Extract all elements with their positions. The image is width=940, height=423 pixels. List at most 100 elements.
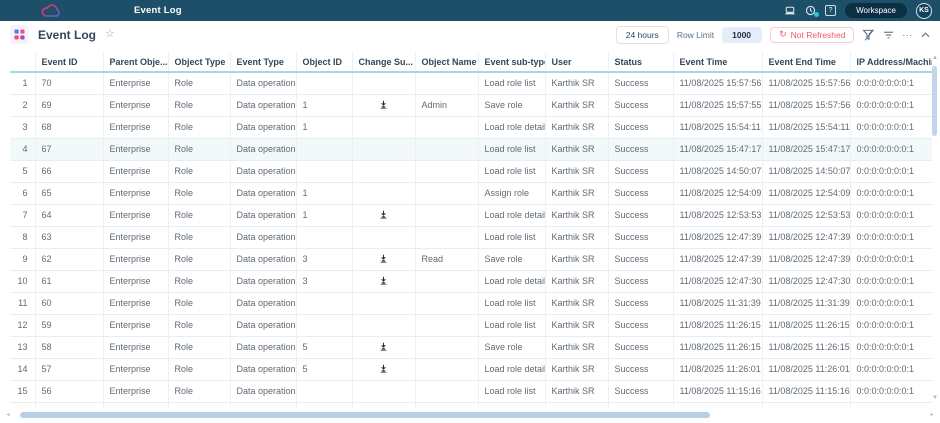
workspace-button[interactable]: Workspace	[845, 3, 907, 18]
cell-event-id: 60	[35, 292, 103, 314]
vertical-scrollbar-thumb[interactable]	[932, 66, 937, 136]
table-row[interactable]: 1358EnterpriseRoleData operation5Save ro…	[10, 336, 932, 358]
column-header[interactable]: Object Type	[168, 52, 230, 72]
cell-object-id	[296, 292, 352, 314]
apps-grid-icon[interactable]	[10, 25, 29, 44]
help-icon[interactable]: ?	[825, 5, 836, 16]
column-header[interactable]: IP Address/Machine	[850, 52, 932, 72]
cell-event-subtype: Load role list	[478, 72, 545, 94]
cell-parent-object: Enterprise	[103, 116, 168, 138]
scroll-left-arrow-icon[interactable]: ◂	[4, 411, 12, 419]
page-title: Event Log	[38, 28, 96, 42]
scroll-right-arrow-icon[interactable]: ▸	[928, 411, 936, 419]
table-row[interactable]: 1259EnterpriseRoleData operationLoad rol…	[10, 314, 932, 336]
column-header[interactable]: Event ID	[35, 52, 103, 72]
scroll-up-arrow-icon[interactable]: ▲	[931, 54, 939, 62]
column-header[interactable]: User	[545, 52, 608, 72]
favorite-star-icon[interactable]: ☆	[105, 29, 115, 40]
cell-event-type: Data operation	[230, 292, 296, 314]
cell-object-name	[415, 204, 478, 226]
app-logo-cloud-icon[interactable]	[40, 4, 62, 18]
table-row[interactable]: 1457EnterpriseRoleData operation5Load ro…	[10, 358, 932, 380]
cell-event-time: 11/08/2025 12:47:39	[673, 248, 762, 270]
table-row[interactable]: 1160EnterpriseRoleData operationLoad rol…	[10, 292, 932, 314]
column-header[interactable]: Change Su...	[352, 52, 415, 72]
scroll-down-arrow-icon[interactable]: ▼	[931, 394, 939, 402]
table-row[interactable]: 962EnterpriseRoleData operation3ReadSave…	[10, 248, 932, 270]
row-number-header	[10, 52, 35, 72]
column-header[interactable]: Object Name	[415, 52, 478, 72]
cell-object-id: 1	[296, 204, 352, 226]
table-row[interactable]: 170EnterpriseRoleData operationLoad role…	[10, 72, 932, 94]
empty-cell	[168, 402, 230, 407]
table-row[interactable]: 764EnterpriseRoleData operation1Load rol…	[10, 204, 932, 226]
cell-object-id	[296, 138, 352, 160]
row-number: 7	[10, 204, 35, 226]
row-number: 12	[10, 314, 35, 336]
collapse-chevron-icon[interactable]	[921, 32, 930, 38]
cell-event-end-time: 11/08/2025 11:31:39	[762, 292, 850, 314]
sort-icon[interactable]	[883, 30, 894, 40]
vertical-scrollbar[interactable]: ▲ ▼	[931, 54, 939, 402]
horizontal-scrollbar[interactable]: ◂ ▸	[4, 411, 936, 419]
user-avatar[interactable]: KS	[916, 3, 932, 19]
download-icon[interactable]	[379, 210, 388, 219]
cell-object-name: Read	[415, 248, 478, 270]
column-header[interactable]: Parent Obje...	[103, 52, 168, 72]
download-icon[interactable]	[379, 100, 388, 109]
cell-parent-object: Enterprise	[103, 358, 168, 380]
cell-user: Karthik SR	[545, 248, 608, 270]
table-row[interactable]: 1061EnterpriseRoleData operation3Load ro…	[10, 270, 932, 292]
cell-ip-address: 0:0:0:0:0:0:0:1	[850, 204, 932, 226]
table-row[interactable]: 1556EnterpriseRoleData operationLoad rol…	[10, 380, 932, 402]
column-header[interactable]: Event Time	[673, 52, 762, 72]
table-row[interactable]: 368EnterpriseRoleData operation1Load rol…	[10, 116, 932, 138]
cell-ip-address: 0:0:0:0:0:0:0:1	[850, 358, 932, 380]
cell-object-type: Role	[168, 182, 230, 204]
table-row[interactable]: 863EnterpriseRoleData operationLoad role…	[10, 226, 932, 248]
cell-event-subtype: Assign role	[478, 182, 545, 204]
cell-event-end-time: 11/08/2025 12:47:39	[762, 226, 850, 248]
cell-user: Karthik SR	[545, 72, 608, 94]
more-options-icon[interactable]: ...	[902, 29, 913, 38]
table-row[interactable]: 269EnterpriseRoleData operation1AdminSav…	[10, 94, 932, 116]
table-row[interactable]: 665EnterpriseRoleData operation1Assign r…	[10, 182, 932, 204]
download-icon[interactable]	[379, 276, 388, 285]
column-header[interactable]: Event sub-type	[478, 52, 545, 72]
history-icon[interactable]	[805, 5, 816, 16]
cell-change-summary	[352, 116, 415, 138]
cell-status: Success	[608, 116, 673, 138]
cell-parent-object: Enterprise	[103, 248, 168, 270]
horizontal-scrollbar-thumb[interactable]	[20, 412, 710, 418]
cell-ip-address: 0:0:0:0:0:0:0:1	[850, 380, 932, 402]
refresh-status-button[interactable]: ↻ Not Refreshed	[770, 27, 854, 43]
cell-ip-address: 0:0:0:0:0:0:0:1	[850, 182, 932, 204]
column-header[interactable]: Object ID	[296, 52, 352, 72]
row-limit-input[interactable]: 1000	[722, 27, 762, 43]
download-icon[interactable]	[379, 254, 388, 263]
cell-event-type: Data operation	[230, 336, 296, 358]
download-icon[interactable]	[379, 342, 388, 351]
laptop-icon[interactable]	[784, 6, 796, 16]
cell-object-type: Role	[168, 270, 230, 292]
filter-off-icon[interactable]	[862, 29, 875, 41]
cell-event-type: Data operation	[230, 248, 296, 270]
table-row[interactable]: 566EnterpriseRoleData operationLoad role…	[10, 160, 932, 182]
cell-event-subtype: Load role list	[478, 226, 545, 248]
column-header[interactable]: Status	[608, 52, 673, 72]
cell-event-time: 11/08/2025 11:31:39	[673, 292, 762, 314]
time-range-button[interactable]: 24 hours	[616, 26, 669, 44]
row-number: 5	[10, 160, 35, 182]
cell-event-end-time: 11/08/2025 15:57:56	[762, 94, 850, 116]
table-row[interactable]	[10, 402, 932, 407]
download-icon[interactable]	[379, 364, 388, 373]
cell-change-summary	[352, 94, 415, 116]
column-header[interactable]: Event Type	[230, 52, 296, 72]
table-row[interactable]: 467EnterpriseRoleData operationLoad role…	[10, 138, 932, 160]
cell-event-id: 64	[35, 204, 103, 226]
cell-event-id: 59	[35, 314, 103, 336]
column-header[interactable]: Event End Time	[762, 52, 850, 72]
refresh-status-label: Not Refreshed	[791, 30, 846, 40]
cell-object-name	[415, 116, 478, 138]
cell-event-id: 70	[35, 72, 103, 94]
